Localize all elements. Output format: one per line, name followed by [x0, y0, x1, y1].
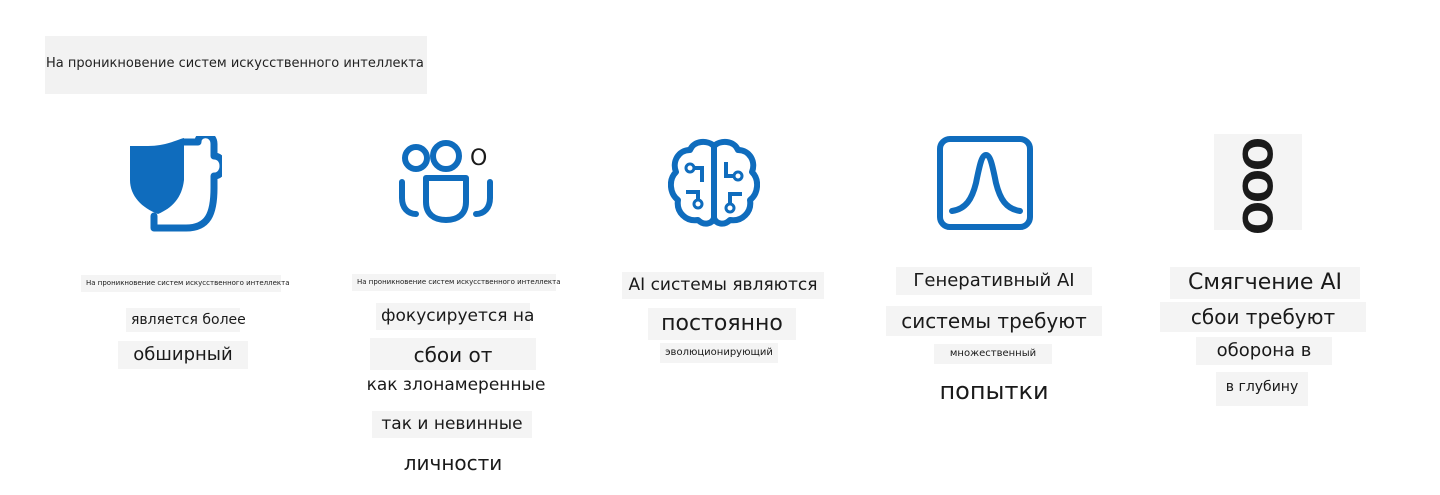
bell-curve-icon	[936, 135, 1034, 231]
column-3-line-3: эволюционирующий	[660, 343, 778, 363]
column-1-line-1: На проникновение систем искусственного и…	[81, 275, 289, 292]
column-5-line-3: оборона в	[1196, 337, 1332, 365]
column-5-line-4: в глубину	[1216, 372, 1308, 406]
column-1-line-2: является более	[126, 308, 246, 332]
column-3-line-1: AI системы являются	[622, 272, 824, 299]
column-3-line-2: постоянно	[648, 308, 796, 340]
brain-circuit-icon	[668, 138, 760, 228]
column-2-line-6: личности	[403, 451, 503, 475]
column-5-line-1: Смягчение AI	[1170, 267, 1360, 299]
shield-puzzle-icon	[126, 136, 222, 234]
column-4-line-2: системы требуют	[886, 306, 1102, 336]
column-2-line-3: сбои от	[370, 338, 536, 370]
three-circles-glyph: OOO	[1233, 136, 1280, 234]
three-circles-icon: OOO	[1214, 134, 1302, 234]
column-2-line-1: На проникновение систем искусственного и…	[352, 274, 560, 291]
column-4-line-4: попытки	[939, 377, 1049, 405]
column-4-line-1: Генеративный AI	[896, 267, 1092, 295]
header-banner: На проникновение систем искусственного и…	[45, 36, 427, 94]
column-1-line-3: обширный	[118, 341, 248, 369]
people-badge: O	[470, 146, 488, 171]
column-5-line-2: сбои требуют	[1160, 302, 1366, 332]
people-group-icon: O	[398, 140, 502, 224]
column-2-line-2: фокусируется на	[376, 303, 534, 330]
column-2-line-5: так и невинные	[372, 411, 532, 438]
column-2-line-4: как злонамеренные	[366, 375, 546, 395]
column-4-line-3: множественный	[934, 344, 1052, 364]
banner-text: На проникновение систем искусственного и…	[46, 56, 424, 71]
